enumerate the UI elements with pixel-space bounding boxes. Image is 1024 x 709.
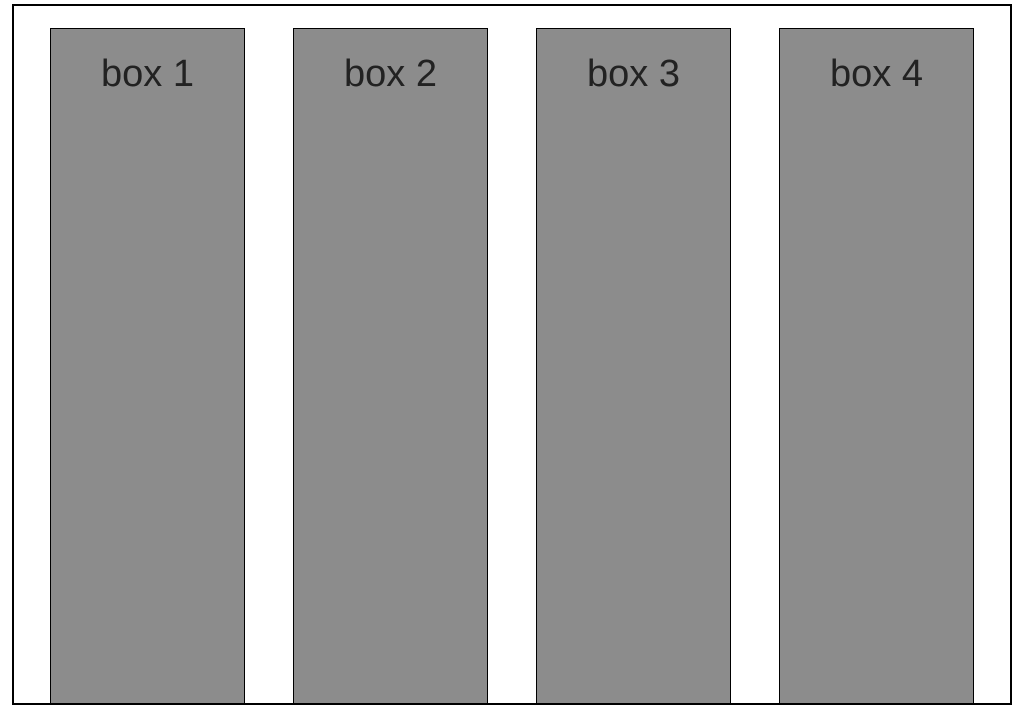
box-1: box 1 (50, 28, 245, 705)
box-4: box 4 (779, 28, 974, 705)
box-1-label: box 1 (101, 53, 194, 95)
outer-container: box 1 box 2 box 3 box 4 (12, 4, 1012, 705)
box-4-label: box 4 (830, 53, 923, 95)
box-3-label: box 3 (587, 53, 680, 95)
box-3: box 3 (536, 28, 731, 705)
box-2-label: box 2 (344, 53, 437, 95)
box-2: box 2 (293, 28, 488, 705)
